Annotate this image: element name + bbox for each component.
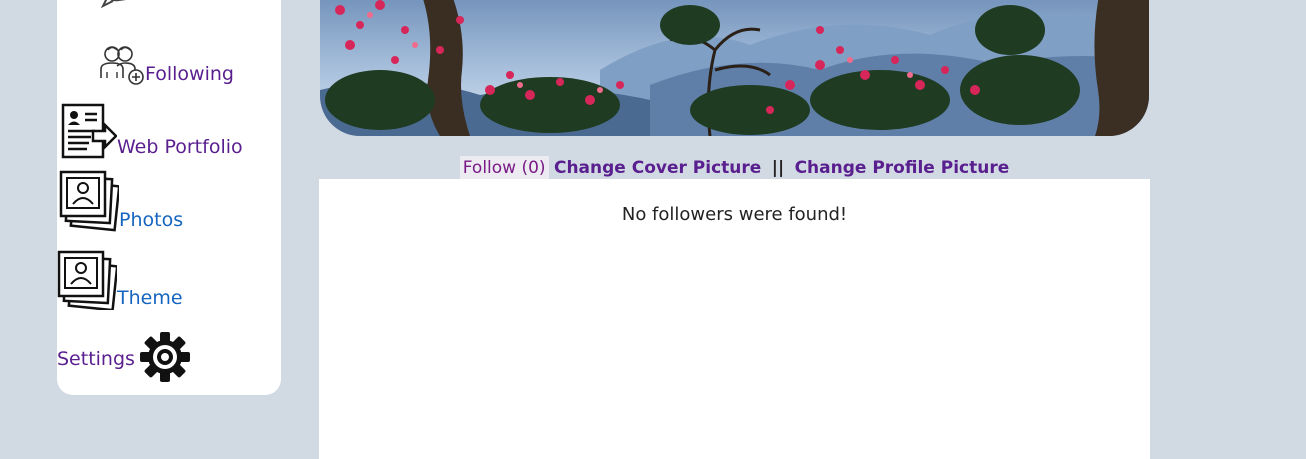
- sidebar-item-label: Following: [145, 63, 234, 85]
- sidebar-item-photos[interactable]: Photos: [59, 170, 183, 232]
- sidebar-item-web-portfolio[interactable]: Web Portfolio: [61, 103, 243, 159]
- profile-actions: Follow (0) Change Cover Picture || Chang…: [320, 156, 1149, 180]
- sidebar-item-following[interactable]: Following: [97, 42, 234, 86]
- sidebar-item-label: Settings: [57, 348, 135, 370]
- resume-icon: [61, 103, 117, 159]
- gear-icon: [139, 331, 191, 383]
- sidebar-item-label: Photos: [119, 209, 184, 231]
- separator: ||: [771, 158, 785, 178]
- change-profile-picture-link[interactable]: Change Profile Picture: [795, 158, 1010, 178]
- sidebar-item-label: Theme: [117, 287, 183, 309]
- sidebar-item-theme[interactable]: Theme: [57, 250, 183, 310]
- sidebar: Following Web Portfolio Photos Theme Set…: [57, 0, 281, 395]
- followers-panel: No followers were found!: [319, 179, 1150, 459]
- sidebar-item-label: Web Portfolio: [117, 136, 243, 158]
- cover-photo: [320, 0, 1149, 136]
- photos-icon: [59, 170, 119, 232]
- sidebar-item-settings[interactable]: Settings: [57, 331, 191, 383]
- message-icon: [100, 0, 127, 8]
- empty-followers-message: No followers were found!: [621, 204, 848, 225]
- theme-icon: [57, 250, 117, 310]
- change-cover-picture-link[interactable]: Change Cover Picture: [554, 158, 761, 178]
- follow-button[interactable]: Follow (0): [459, 156, 549, 180]
- following-icon: [97, 42, 145, 86]
